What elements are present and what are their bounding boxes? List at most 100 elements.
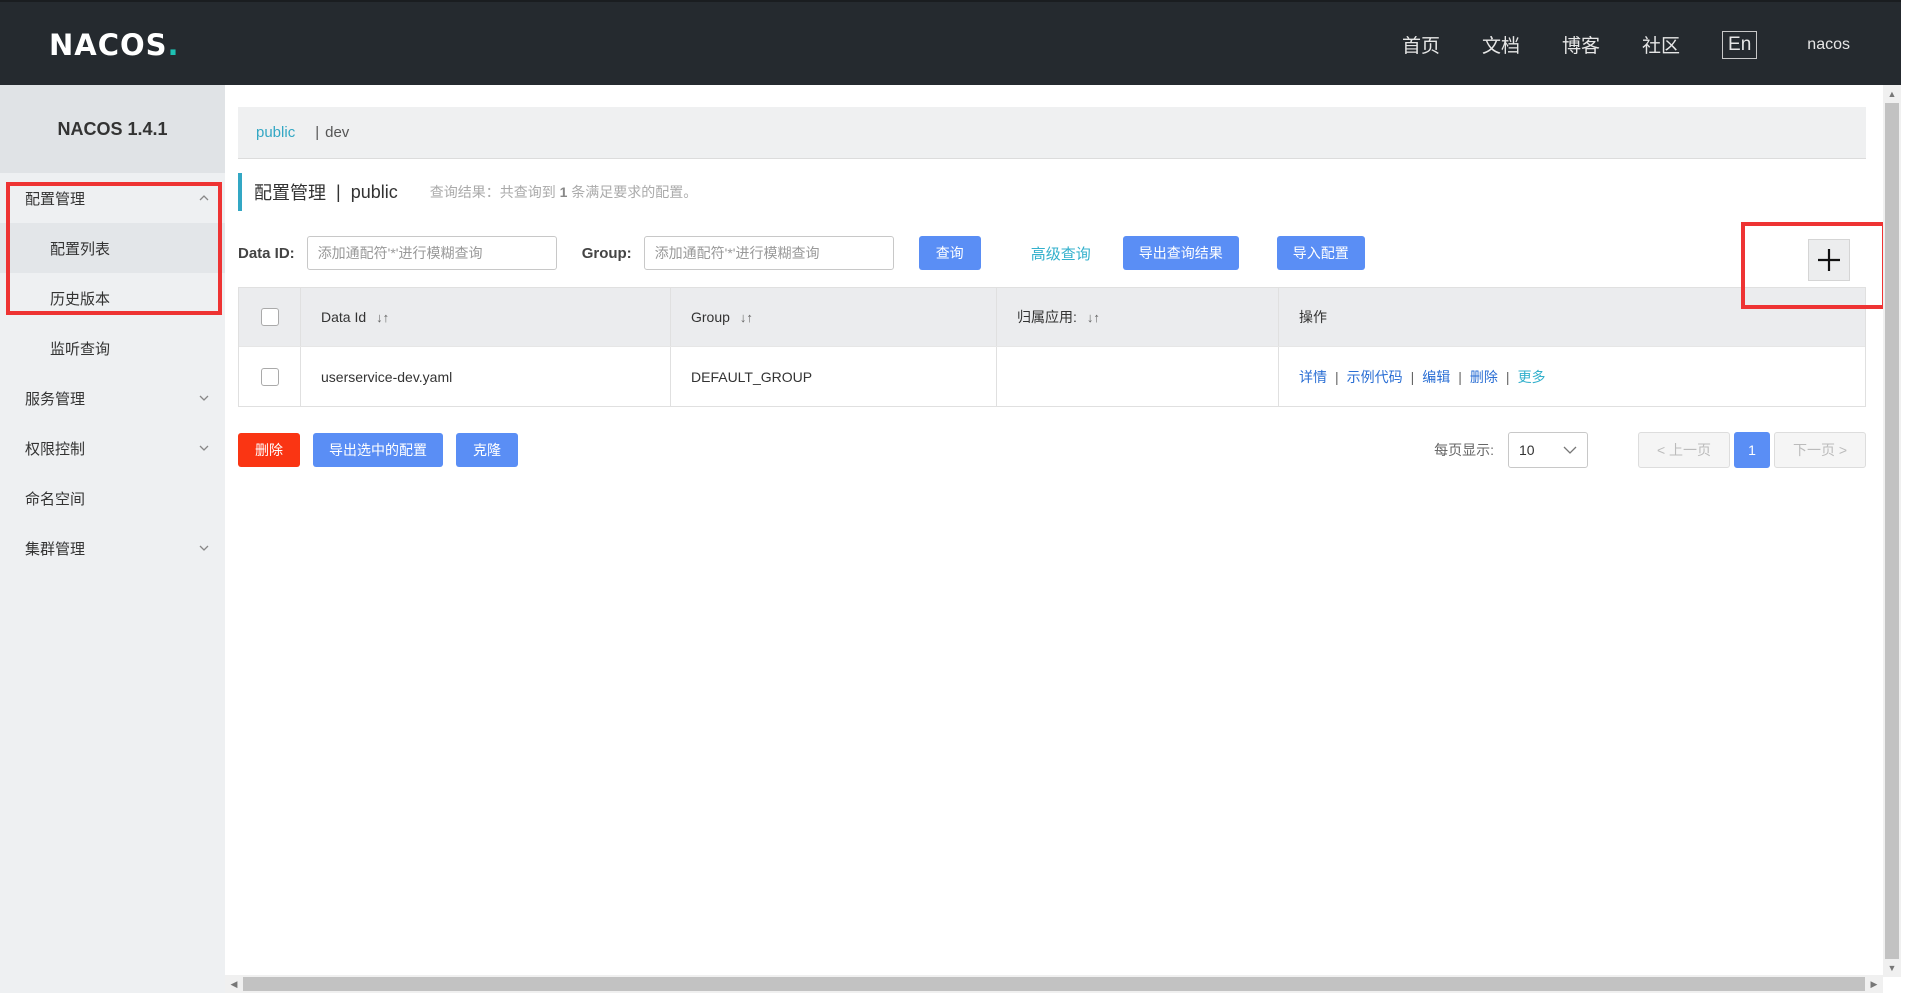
advanced-query-link[interactable]: 高级查询	[1031, 243, 1091, 264]
query-button[interactable]: 查询	[918, 236, 981, 270]
cell-dataid: userservice-dev.yaml	[301, 347, 671, 406]
delete-button[interactable]: 删除	[238, 433, 300, 467]
chevron-down-icon	[197, 541, 211, 555]
namespace-public[interactable]: public	[256, 124, 295, 141]
nav-blog[interactable]: 博客	[1562, 31, 1600, 58]
sort-icon[interactable]: ↓↑	[376, 310, 389, 325]
top-header: NACOS. 首页 文档 博客 社区 En nacos	[0, 0, 1920, 85]
nav-home[interactable]: 首页	[1402, 31, 1440, 58]
sidebar-item-label: 服务管理	[25, 390, 86, 408]
group-search-input[interactable]	[643, 236, 894, 270]
prev-page-label: 上一页	[1669, 442, 1712, 458]
details-link[interactable]: 详情	[1299, 367, 1327, 387]
column-label: Group	[691, 309, 730, 325]
result-suffix: 条满足要求的配置。	[571, 184, 698, 200]
chevron-down-icon	[197, 391, 211, 405]
op-separator: |	[1410, 368, 1415, 385]
page-size-select[interactable]: 10	[1508, 432, 1588, 468]
op-separator: |	[1458, 368, 1462, 385]
namespace-dev[interactable]: dev	[325, 124, 349, 141]
dataid-search-input[interactable]	[306, 236, 557, 270]
sidebar: NACOS 1.4.1 配置管理 配置列表 历史版本 监听查询 服务管理 权限控…	[0, 85, 225, 993]
window-edge	[1901, 0, 1920, 993]
export-selected-button[interactable]: 导出选中的配置	[313, 433, 443, 467]
plus-icon	[1818, 249, 1840, 271]
sidebar-item-service-management[interactable]: 服务管理	[0, 373, 225, 423]
nav-community[interactable]: 社区	[1642, 31, 1680, 58]
sidebar-item-label: 配置列表	[50, 240, 111, 258]
page-title-namespace: public	[350, 181, 398, 202]
chevron-left-icon: <	[1656, 442, 1670, 458]
horizontal-scroll-thumb[interactable]	[243, 977, 1865, 991]
sidebar-item-cluster-management[interactable]: 集群管理	[0, 523, 225, 573]
query-result-text: 查询结果：共查询到 1 条满足要求的配置。	[430, 182, 698, 202]
next-page-button[interactable]: 下一页 >	[1774, 432, 1866, 468]
dataid-label: Data ID:	[238, 244, 295, 262]
sidebar-item-label: 命名空间	[25, 490, 86, 508]
column-header-dataid[interactable]: Data Id ↓↑	[301, 288, 671, 346]
chevron-down-icon	[1563, 446, 1577, 454]
header-checkbox-cell	[239, 288, 301, 346]
version-label: NACOS 1.4.1	[0, 85, 225, 173]
column-label: 操作	[1299, 309, 1327, 325]
add-config-button[interactable]	[1808, 239, 1850, 281]
vertical-scrollbar[interactable]: ▲ ▼	[1883, 85, 1901, 977]
sidebar-item-config-management[interactable]: 配置管理	[0, 173, 225, 223]
group-label: Group:	[581, 244, 632, 262]
select-all-checkbox[interactable]	[261, 308, 279, 326]
sidebar-item-listener-query[interactable]: 监听查询	[0, 323, 225, 373]
language-toggle[interactable]: En	[1722, 30, 1758, 59]
column-label: Data Id	[321, 309, 367, 325]
vertical-scroll-thumb[interactable]	[1885, 103, 1899, 959]
page-1-button[interactable]: 1	[1734, 432, 1770, 468]
horizontal-scrollbar[interactable]: ◀ ▶	[225, 975, 1883, 993]
scroll-left-icon[interactable]: ◀	[225, 975, 243, 993]
scroll-right-icon[interactable]: ▶	[1865, 975, 1883, 993]
row-checkbox-cell	[239, 347, 301, 406]
sort-icon[interactable]: ↓↑	[740, 310, 753, 325]
sort-icon[interactable]: ↓↑	[1087, 310, 1100, 325]
column-header-group[interactable]: Group ↓↑	[671, 288, 997, 346]
import-config-button[interactable]: 导入配置	[1276, 236, 1365, 270]
row-checkbox[interactable]	[261, 367, 279, 386]
scroll-up-icon[interactable]: ▲	[1883, 85, 1901, 103]
sidebar-item-label: 监听查询	[50, 340, 111, 358]
prev-page-button[interactable]: < 上一页	[1638, 432, 1730, 468]
nav-docs[interactable]: 文档	[1482, 31, 1520, 58]
sidebar-item-label: 配置管理	[25, 190, 86, 208]
page-title: 配置管理 | public 查询结果：共查询到 1 条满足要求的配置。	[238, 173, 697, 211]
sidebar-item-access-control[interactable]: 权限控制	[0, 423, 225, 473]
column-label: 归属应用:	[1017, 309, 1077, 325]
page-size-label: 每页显示:	[1434, 442, 1494, 458]
table-header-row: Data Id ↓↑ Group ↓↑ 归属应用: ↓↑ 操作	[239, 288, 1865, 347]
sidebar-item-label: 权限控制	[25, 440, 86, 458]
column-header-operations: 操作	[1279, 288, 1865, 346]
op-separator: |	[1335, 368, 1339, 385]
sidebar-item-label: 历史版本	[50, 290, 111, 308]
more-link[interactable]: 更多	[1518, 367, 1546, 387]
nacos-logo[interactable]: NACOS.	[49, 28, 180, 62]
sidebar-item-history[interactable]: 历史版本	[0, 273, 225, 323]
op-separator: |	[1505, 368, 1510, 385]
config-table: Data Id ↓↑ Group ↓↑ 归属应用: ↓↑ 操作 userservice…	[238, 287, 1866, 407]
user-name[interactable]: nacos	[1807, 36, 1850, 54]
clone-button[interactable]: 克隆	[456, 433, 518, 467]
export-query-result-button[interactable]: 导出查询结果	[1122, 236, 1239, 270]
cell-app	[997, 347, 1279, 406]
bottom-actions: 删除 导出选中的配置 克隆 每页显示: 10 < 上一页 1 下一页 >	[238, 432, 1866, 468]
sidebar-item-config-list[interactable]: 配置列表	[0, 223, 225, 273]
namespace-bar: public | dev	[238, 107, 1866, 159]
sidebar-item-namespace[interactable]: 命名空间	[0, 473, 225, 523]
sample-code-link[interactable]: 示例代码	[1347, 367, 1403, 387]
column-header-app[interactable]: 归属应用: ↓↑	[997, 288, 1279, 346]
cell-operations: 详情 | 示例代码 | 编辑 | 删除 | 更多	[1279, 347, 1865, 406]
chevron-down-icon	[197, 441, 211, 455]
edit-link[interactable]: 编辑	[1422, 367, 1450, 387]
scroll-down-icon[interactable]: ▼	[1883, 959, 1901, 977]
page-size-value: 10	[1519, 442, 1535, 458]
title-separator: |	[336, 181, 341, 202]
result-count: 1	[559, 184, 568, 200]
search-row: Data ID: Group: 查询 高级查询 导出查询结果 导入配置	[238, 235, 1866, 271]
delete-link[interactable]: 删除	[1470, 367, 1498, 387]
cell-group: DEFAULT_GROUP	[671, 347, 997, 406]
